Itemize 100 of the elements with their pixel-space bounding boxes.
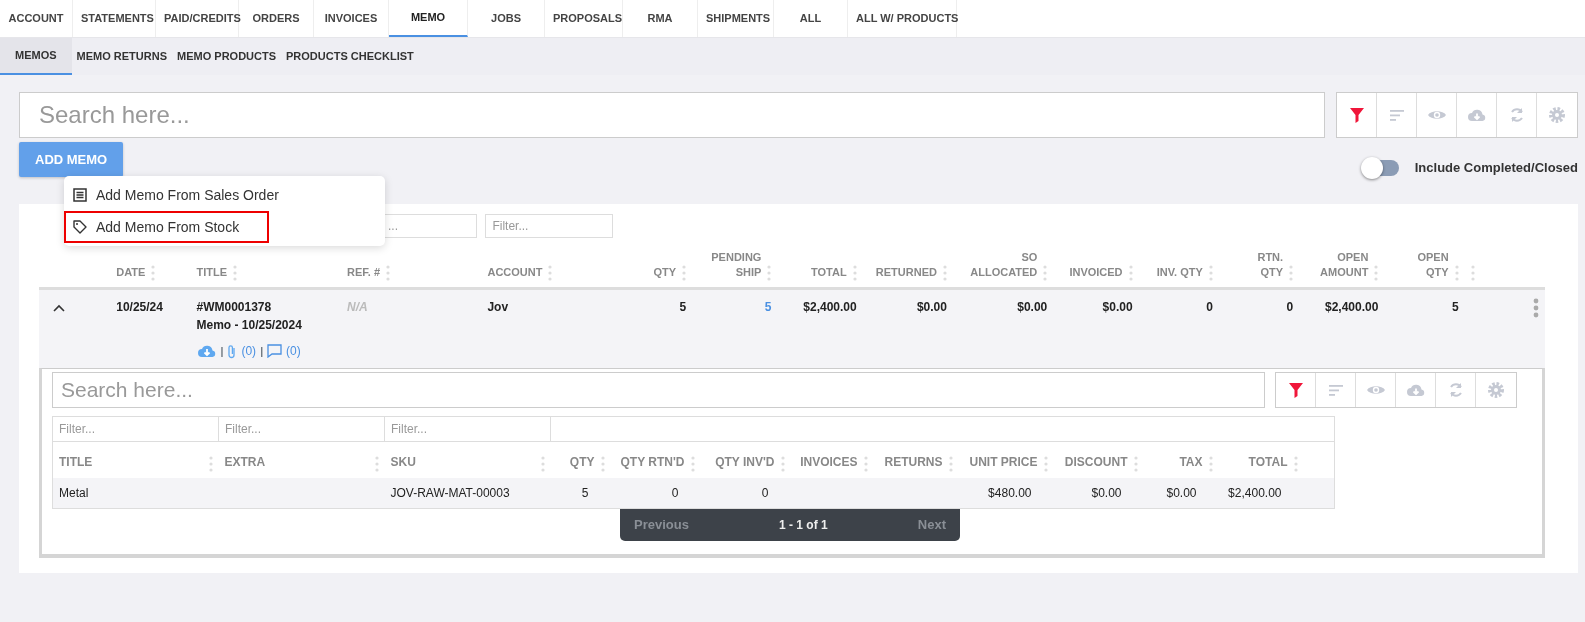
- column-header[interactable]: QTY INV'D: [715, 454, 775, 472]
- table-cell: 0: [1286, 300, 1294, 315]
- column-header[interactable]: TITLE: [59, 454, 93, 472]
- divider: |: [260, 343, 264, 359]
- resize-handle-icon: [1470, 265, 1475, 282]
- table-cell: $0.00: [1102, 300, 1133, 315]
- table-cell: $2,400.00: [803, 300, 857, 315]
- list-icon: [72, 187, 88, 203]
- column-header[interactable]: QTY: [653, 265, 677, 282]
- table-cell: 10/25/24: [116, 300, 163, 315]
- table-cell: 5: [581, 485, 589, 500]
- column-header[interactable]: EXTRA: [224, 454, 266, 472]
- column-header[interactable]: QTY: [569, 454, 595, 472]
- table-cell: $2,400.00: [1228, 485, 1282, 500]
- column-header[interactable]: RETURNED: [875, 265, 937, 282]
- table-cell: $0.00: [1091, 485, 1122, 500]
- page-range: 1 - 1 of 1: [779, 516, 828, 534]
- resize-handle-icon: [1043, 265, 1048, 282]
- next-button[interactable]: Next: [917, 515, 946, 535]
- column-header[interactable]: TAX: [1179, 454, 1203, 472]
- table-cell: $480.00: [988, 485, 1032, 500]
- sub-tab[interactable]: MEMOS: [0, 38, 72, 75]
- nav-tab[interactable]: PAID/CREDITS: [156, 0, 239, 37]
- resize-handle-icon: [1293, 455, 1298, 472]
- column-header[interactable]: DATE: [116, 265, 146, 282]
- tag-icon: [72, 219, 88, 235]
- column-header[interactable]: OPEN QTY: [1417, 249, 1449, 282]
- column-header[interactable]: PENDING SHIP: [711, 249, 762, 282]
- nav-tab[interactable]: ACCOUNT: [0, 0, 73, 37]
- column-header[interactable]: UNIT PRICE: [969, 454, 1038, 472]
- resize-handle-icon: [1208, 265, 1213, 282]
- resize-handle-icon: [682, 265, 687, 282]
- resize-handle-icon: [852, 265, 857, 282]
- sub-tab[interactable]: MEMO RETURNS: [71, 38, 172, 75]
- filter-field[interactable]: Filter...: [485, 213, 613, 238]
- nav-tab[interactable]: PROPOSALS: [545, 0, 623, 37]
- table-cell-text: Memo - 10/25/2024: [196, 317, 303, 335]
- resize-handle-icon: [690, 455, 695, 472]
- divider: |: [220, 343, 224, 359]
- previous-button[interactable]: Previous: [634, 515, 689, 535]
- menu-item[interactable]: Add Memo From Stock: [64, 211, 269, 243]
- nav-tab[interactable]: JOBS: [468, 0, 545, 37]
- resize-handle-icon: [1043, 455, 1048, 472]
- toggle-switch[interactable]: [1362, 159, 1399, 176]
- sub-tab[interactable]: MEMO PRODUCTS: [172, 38, 281, 75]
- column-header[interactable]: INVOICED: [1069, 265, 1123, 282]
- resize-handle-icon: [780, 455, 785, 472]
- table-cell: $2,400.00: [1325, 300, 1379, 315]
- nav-tab[interactable]: SHIPMENTS: [698, 0, 774, 37]
- column-header[interactable]: SO ALLOCATED: [970, 249, 1038, 282]
- resize-handle-icon: [1374, 265, 1379, 282]
- column-header[interactable]: RTN. QTY: [1257, 249, 1284, 282]
- column-header[interactable]: ACCOUNT: [487, 265, 543, 282]
- chevron-up-icon: [53, 304, 65, 313]
- column-header[interactable]: QTY RTN'D: [620, 454, 685, 472]
- column-header[interactable]: INV. QTY: [1156, 265, 1203, 282]
- nav-tab[interactable]: INVOICES: [314, 0, 389, 37]
- toggle-label: Include Completed/Closed: [1414, 159, 1578, 177]
- resize-handle-icon: [374, 455, 379, 472]
- pending-ship-link[interactable]: 5: [764, 300, 772, 315]
- search-field[interactable]: Search here...: [19, 92, 1325, 138]
- column-header[interactable]: DISCOUNT: [1064, 454, 1128, 472]
- comment-icon: [267, 344, 283, 359]
- resize-handle-icon: [948, 455, 953, 472]
- table-cell: 0: [1206, 300, 1213, 315]
- column-header[interactable]: INVOICES: [800, 454, 858, 472]
- sub-tab[interactable]: PRODUCTS CHECKLIST: [281, 38, 419, 75]
- table-cell: JOV-RAW-MAT-00003: [390, 485, 510, 500]
- resize-handle-icon: [208, 455, 213, 472]
- nav-tab[interactable]: RMA: [623, 0, 698, 37]
- table-cell: 0: [761, 485, 769, 500]
- table-cell: $0.00: [916, 300, 947, 315]
- settings-icon: [1547, 105, 1567, 125]
- add-memo-button[interactable]: ADD MEMO: [19, 142, 124, 177]
- resize-handle-icon: [540, 455, 545, 472]
- attachment-count[interactable]: (0): [241, 342, 257, 361]
- resize-handle-icon: [151, 265, 156, 282]
- menu-item[interactable]: Add Memo From Sales Order: [64, 179, 382, 211]
- column-header[interactable]: TITLE: [196, 265, 228, 282]
- nav-tab[interactable]: STATEMENTS: [73, 0, 156, 37]
- column-header[interactable]: REF. #: [347, 265, 380, 282]
- table-cell: Metal: [59, 485, 89, 500]
- nav-tab[interactable]: ALL: [774, 0, 848, 37]
- column-header[interactable]: OPEN AMOUNT: [1320, 249, 1369, 282]
- comment-count[interactable]: (0): [286, 342, 301, 361]
- column-header[interactable]: SKU: [390, 454, 416, 472]
- more-button[interactable]: [1533, 298, 1539, 319]
- table-cell: 0: [671, 485, 679, 500]
- table-cell-text: #WM0001378: [196, 299, 273, 317]
- resize-handle-icon: [1289, 265, 1294, 282]
- column-header[interactable]: TOTAL: [1248, 454, 1288, 472]
- column-header[interactable]: RETURNS: [884, 454, 943, 472]
- resize-handle-icon: [386, 265, 390, 282]
- resize-handle-icon: [1208, 455, 1213, 472]
- table-cell: N/A: [347, 300, 368, 315]
- table-cell: Jov: [487, 300, 509, 315]
- resize-handle-icon: [1133, 455, 1138, 472]
- nav-tab[interactable]: ALL W/ PRODUCTS: [848, 0, 957, 37]
- search-field[interactable]: Search here...: [52, 372, 1265, 409]
- column-header[interactable]: TOTAL: [811, 265, 847, 282]
